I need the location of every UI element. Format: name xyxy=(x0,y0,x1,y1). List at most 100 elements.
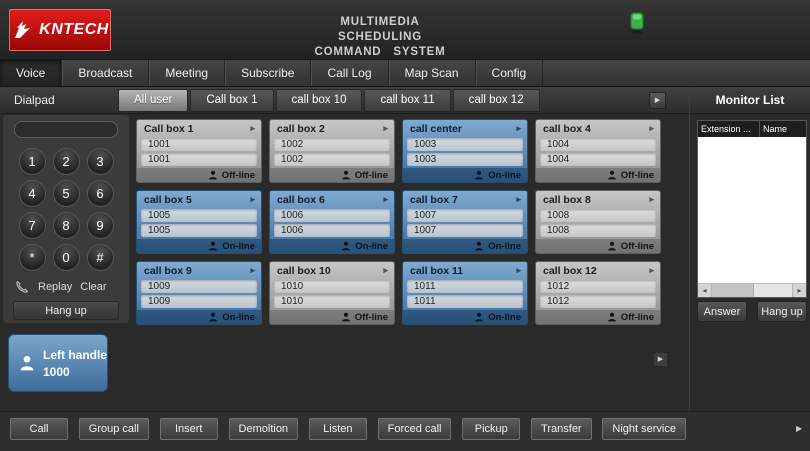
pickup-button[interactable]: Pickup xyxy=(462,418,520,440)
callbox-extension-line1[interactable]: 1011 xyxy=(407,280,523,293)
callbox-card-7[interactable]: call box 7 ▸ 1007 1007 On-line xyxy=(402,190,528,254)
callbox-card-9[interactable]: call box 9 ▸ 1009 1009 On-line xyxy=(136,261,262,325)
subtab-call-box-10[interactable]: call box 10 xyxy=(276,89,363,112)
tab-meeting[interactable]: Meeting xyxy=(149,60,225,86)
key-5[interactable]: 5 xyxy=(53,180,80,207)
night-service-button[interactable]: Night service xyxy=(602,418,686,440)
callbox-card-1[interactable]: Call box 1 ▸ 1001 1001 Off-line xyxy=(136,119,262,183)
dialpad-section-label: Dialpad xyxy=(14,93,55,107)
callbox-card-6[interactable]: call box 6 ▸ 1006 1006 On-line xyxy=(269,190,395,254)
callbox-extension-line2[interactable]: 1012 xyxy=(540,295,656,308)
callbox-extension-line1[interactable]: 1001 xyxy=(141,138,257,151)
callbox-expand-arrow-icon[interactable]: ▸ xyxy=(516,265,521,276)
subtab-call-box-12[interactable]: call box 12 xyxy=(453,89,540,112)
key-3[interactable]: 3 xyxy=(87,148,114,175)
scroll-left-arrow[interactable]: ◂ xyxy=(698,284,712,297)
callbox-title-bar: call box 4 ▸ xyxy=(536,120,660,137)
callbox-extension-line1[interactable]: 1007 xyxy=(407,209,523,222)
callbox-extension-line2[interactable]: 1008 xyxy=(540,224,656,237)
callbox-card-11[interactable]: call box 11 ▸ 1011 1011 On-line xyxy=(402,261,528,325)
callbox-extension-line1[interactable]: 1008 xyxy=(540,209,656,222)
subtab-call-box-11[interactable]: call box 11 xyxy=(364,89,450,112)
call-button[interactable]: Call xyxy=(10,418,68,440)
callbox-expand-arrow-icon[interactable]: ▸ xyxy=(516,123,521,134)
dial-display[interactable] xyxy=(14,121,118,138)
key-4[interactable]: 4 xyxy=(19,180,46,207)
dialpad-hangup-button[interactable]: Hang up xyxy=(13,301,119,320)
callbox-extension-line1[interactable]: 1012 xyxy=(540,280,656,293)
callbox-expand-arrow-icon[interactable]: ▸ xyxy=(383,265,388,276)
answer-button[interactable]: Answer xyxy=(697,301,747,322)
callbox-card-3[interactable]: call center ▸ 1003 1003 On-line xyxy=(402,119,528,183)
callbox-extension-line1[interactable]: 1005 xyxy=(141,209,257,222)
key-1[interactable]: 1 xyxy=(19,148,46,175)
callbox-expand-arrow-icon[interactable]: ▸ xyxy=(250,265,255,276)
horizontal-scrollbar[interactable]: ◂ ▸ xyxy=(698,283,806,297)
tab-voice[interactable]: Voice xyxy=(0,60,62,86)
scroll-right-arrow[interactable]: ▸ xyxy=(792,284,806,297)
callbox-status-text: On-line xyxy=(488,241,521,252)
callbox-expand-arrow-icon[interactable]: ▸ xyxy=(250,123,255,134)
subtab-all-user[interactable]: All user xyxy=(118,89,188,112)
callbox-extension-line2[interactable]: 1011 xyxy=(407,295,523,308)
scrollbar-thumb[interactable] xyxy=(712,284,754,297)
key-7[interactable]: 7 xyxy=(19,212,46,239)
key-9[interactable]: 9 xyxy=(87,212,114,239)
callbox-expand-arrow-icon[interactable]: ▸ xyxy=(649,123,654,134)
key-8[interactable]: 8 xyxy=(53,212,80,239)
forced-call-button[interactable]: Forced call xyxy=(378,418,452,440)
bottom-more-arrow[interactable]: ▶ xyxy=(796,424,802,433)
listen-button[interactable]: Listen xyxy=(309,418,367,440)
key-2[interactable]: 2 xyxy=(53,148,80,175)
tab-subscribe[interactable]: Subscribe xyxy=(225,60,311,86)
subtab-call-box-1[interactable]: Call box 1 xyxy=(190,89,273,112)
callbox-extension-line1[interactable]: 1002 xyxy=(274,138,390,151)
tab-map-scan[interactable]: Map Scan xyxy=(389,60,476,86)
callbox-extension-line2[interactable]: 1005 xyxy=(141,224,257,237)
callbox-card-4[interactable]: call box 4 ▸ 1004 1004 Off-line xyxy=(535,119,661,183)
callbox-extension-line2[interactable]: 1006 xyxy=(274,224,390,237)
callbox-extension-line2[interactable]: 1001 xyxy=(141,153,257,166)
tab-config[interactable]: Config xyxy=(476,60,544,86)
callbox-expand-arrow-icon[interactable]: ▸ xyxy=(516,194,521,205)
insert-button[interactable]: Insert xyxy=(160,418,218,440)
monitor-list-body[interactable] xyxy=(698,137,806,283)
tab-broadcast[interactable]: Broadcast xyxy=(62,60,149,86)
callbox-card-10[interactable]: call box 10 ▸ 1010 1010 Off-line xyxy=(269,261,395,325)
callbox-extension-line1[interactable]: 1010 xyxy=(274,280,390,293)
callbox-extension-line2[interactable]: 1007 xyxy=(407,224,523,237)
callbox-extension-line1[interactable]: 1004 xyxy=(540,138,656,151)
group-call-button[interactable]: Group call xyxy=(79,418,149,440)
key-6[interactable]: 6 xyxy=(87,180,114,207)
callbox-expand-arrow-icon[interactable]: ▸ xyxy=(383,194,388,205)
left-handle-card[interactable]: Left handle 1000 xyxy=(8,334,108,392)
callbox-extension-line2[interactable]: 1009 xyxy=(141,295,257,308)
callbox-card-8[interactable]: call box 8 ▸ 1008 1008 Off-line xyxy=(535,190,661,254)
callbox-card-12[interactable]: call box 12 ▸ 1012 1012 Off-line xyxy=(535,261,661,325)
demolition-button[interactable]: Demoltion xyxy=(229,418,299,440)
key-0[interactable]: 0 xyxy=(53,244,80,271)
callbox-expand-arrow-icon[interactable]: ▸ xyxy=(250,194,255,205)
tabs-more-arrow[interactable]: ▶ xyxy=(649,92,666,109)
callbox-extension-line1[interactable]: 1006 xyxy=(274,209,390,222)
key-star[interactable]: * xyxy=(19,244,46,271)
tab-call-log[interactable]: Call Log xyxy=(311,60,388,86)
callbox-extension-line2[interactable]: 1010 xyxy=(274,295,390,308)
callbox-card-2[interactable]: call box 2 ▸ 1002 1002 Off-line xyxy=(269,119,395,183)
callbox-extension-line1[interactable]: 1003 xyxy=(407,138,523,151)
callbox-card-5[interactable]: call box 5 ▸ 1005 1005 On-line xyxy=(136,190,262,254)
callbox-expand-arrow-icon[interactable]: ▸ xyxy=(649,194,654,205)
clear-button[interactable]: Clear xyxy=(80,281,106,293)
callbox-expand-arrow-icon[interactable]: ▸ xyxy=(649,265,654,276)
transfer-button[interactable]: Transfer xyxy=(531,418,592,440)
grid-more-arrow[interactable]: ▶ xyxy=(653,352,668,367)
callbox-extension-line2[interactable]: 1003 xyxy=(407,153,523,166)
key-hash[interactable]: # xyxy=(87,244,114,271)
replay-button[interactable]: Replay xyxy=(38,281,72,293)
callbox-extension-line1[interactable]: 1009 xyxy=(141,280,257,293)
monitor-hangup-button[interactable]: Hang up xyxy=(757,301,807,322)
callbox-expand-arrow-icon[interactable]: ▸ xyxy=(383,123,388,134)
callbox-extension-line2[interactable]: 1002 xyxy=(274,153,390,166)
callbox-extension-line2[interactable]: 1004 xyxy=(540,153,656,166)
callbox-title-bar: call box 10 ▸ xyxy=(270,262,394,279)
